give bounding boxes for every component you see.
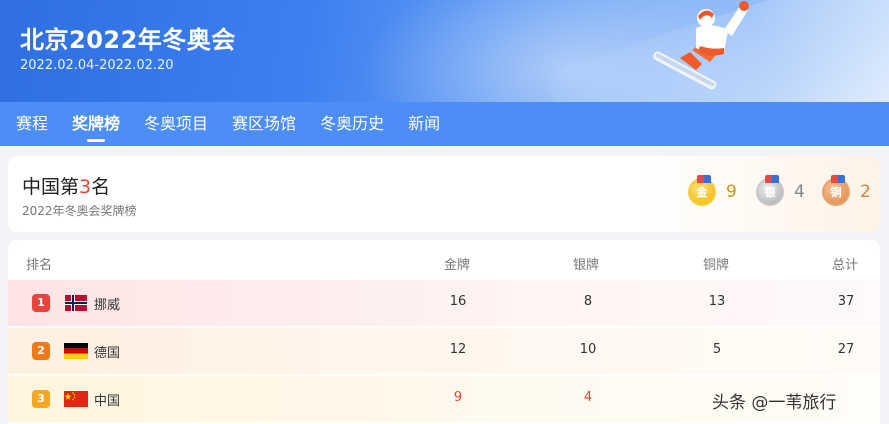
bronze-cell: 5 — [712, 342, 722, 357]
silver-cell: 10 — [579, 342, 597, 357]
tab-label: 奖牌榜 — [72, 114, 121, 133]
china-summary-card[interactable]: 中国第3名 2022年冬奥会奖牌榜 金 9 银 4 铜 2 — [8, 156, 880, 232]
event-title: 北京2022年冬奥会 — [20, 26, 236, 54]
gold-medal-icon: 金 — [688, 175, 716, 206]
silver-icon-text: 银 — [764, 186, 776, 199]
event-dates: 2022.02.04-2022.02.20 — [20, 58, 174, 73]
header-silver: 银牌 — [573, 258, 600, 273]
tab-label: 新闻 — [408, 114, 441, 133]
gold-cell: 9 — [453, 390, 463, 405]
rank-badge: 1 — [32, 294, 50, 312]
total-cell: 27 — [837, 342, 855, 357]
gold-icon-text: 金 — [696, 186, 708, 199]
rank-number: 3 — [79, 176, 92, 198]
main-nav: 赛程 奖牌榜 冬奥项目 赛区场馆 冬奥历史 新闻 — [0, 102, 889, 146]
tab-history[interactable]: 冬奥历史 — [320, 102, 384, 146]
tab-sports[interactable]: 冬奥项目 — [144, 102, 208, 146]
tab-label: 赛程 — [16, 114, 49, 133]
gold-cell: 16 — [449, 294, 467, 309]
bronze-cell: 13 — [708, 294, 726, 309]
silver-medal-icon: 银 — [756, 175, 784, 206]
table-row[interactable]: 2 德国 12 10 5 27 — [8, 328, 880, 374]
tab-schedule[interactable]: 赛程 — [16, 102, 48, 146]
bronze-medal-icon: 铜 — [822, 175, 850, 206]
header-gold: 金牌 — [444, 258, 471, 273]
country-name: 德国 — [94, 346, 121, 361]
title-prefix: 中国第 — [22, 176, 80, 198]
silver-cell: 4 — [583, 390, 593, 405]
norway-flag-icon — [65, 295, 87, 311]
active-tab-indicator — [87, 139, 106, 142]
gold-medal-count: 金 9 — [688, 175, 737, 206]
snowboarder-illustration — [653, 1, 749, 90]
rank-badge: 3 — [32, 390, 50, 408]
tab-label: 赛区场馆 — [232, 114, 297, 133]
header-rank: 排名 — [26, 258, 53, 273]
header-total: 总计 — [832, 258, 859, 273]
title-suffix: 名 — [91, 176, 111, 198]
summary-subtitle: 2022年冬奥会奖牌榜 — [22, 204, 137, 218]
header-bronze: 铜牌 — [703, 258, 730, 273]
tab-label: 冬奥项目 — [144, 114, 209, 133]
china-flag-icon — [64, 391, 88, 407]
silver-cell: 8 — [583, 294, 593, 309]
tab-venues[interactable]: 赛区场馆 — [232, 102, 296, 146]
total-cell: 37 — [837, 294, 855, 309]
gold-count: 9 — [726, 182, 737, 202]
tab-label: 冬奥历史 — [320, 114, 385, 133]
gold-cell: 12 — [449, 342, 467, 357]
germany-flag-icon — [64, 343, 88, 359]
bronze-medal-count: 铜 2 — [822, 175, 871, 206]
event-banner: 北京2022年冬奥会 2022.02.04-2022.02.20 — [0, 0, 889, 102]
tab-news[interactable]: 新闻 — [408, 102, 440, 146]
country-name: 中国 — [94, 394, 121, 409]
table-row[interactable]: 1 挪威 16 8 13 37 — [8, 280, 880, 326]
tab-medal-table[interactable]: 奖牌榜 — [72, 102, 120, 146]
watermark: 头条 @一苇旅行 — [712, 393, 837, 413]
silver-count: 4 — [794, 182, 805, 202]
summary-title: 中国第3名 — [22, 172, 110, 199]
rank-badge: 2 — [32, 342, 50, 360]
country-name: 挪威 — [94, 298, 121, 313]
bronze-count: 2 — [860, 182, 871, 202]
bronze-icon-text: 铜 — [830, 186, 842, 199]
silver-medal-count: 银 4 — [756, 175, 805, 206]
